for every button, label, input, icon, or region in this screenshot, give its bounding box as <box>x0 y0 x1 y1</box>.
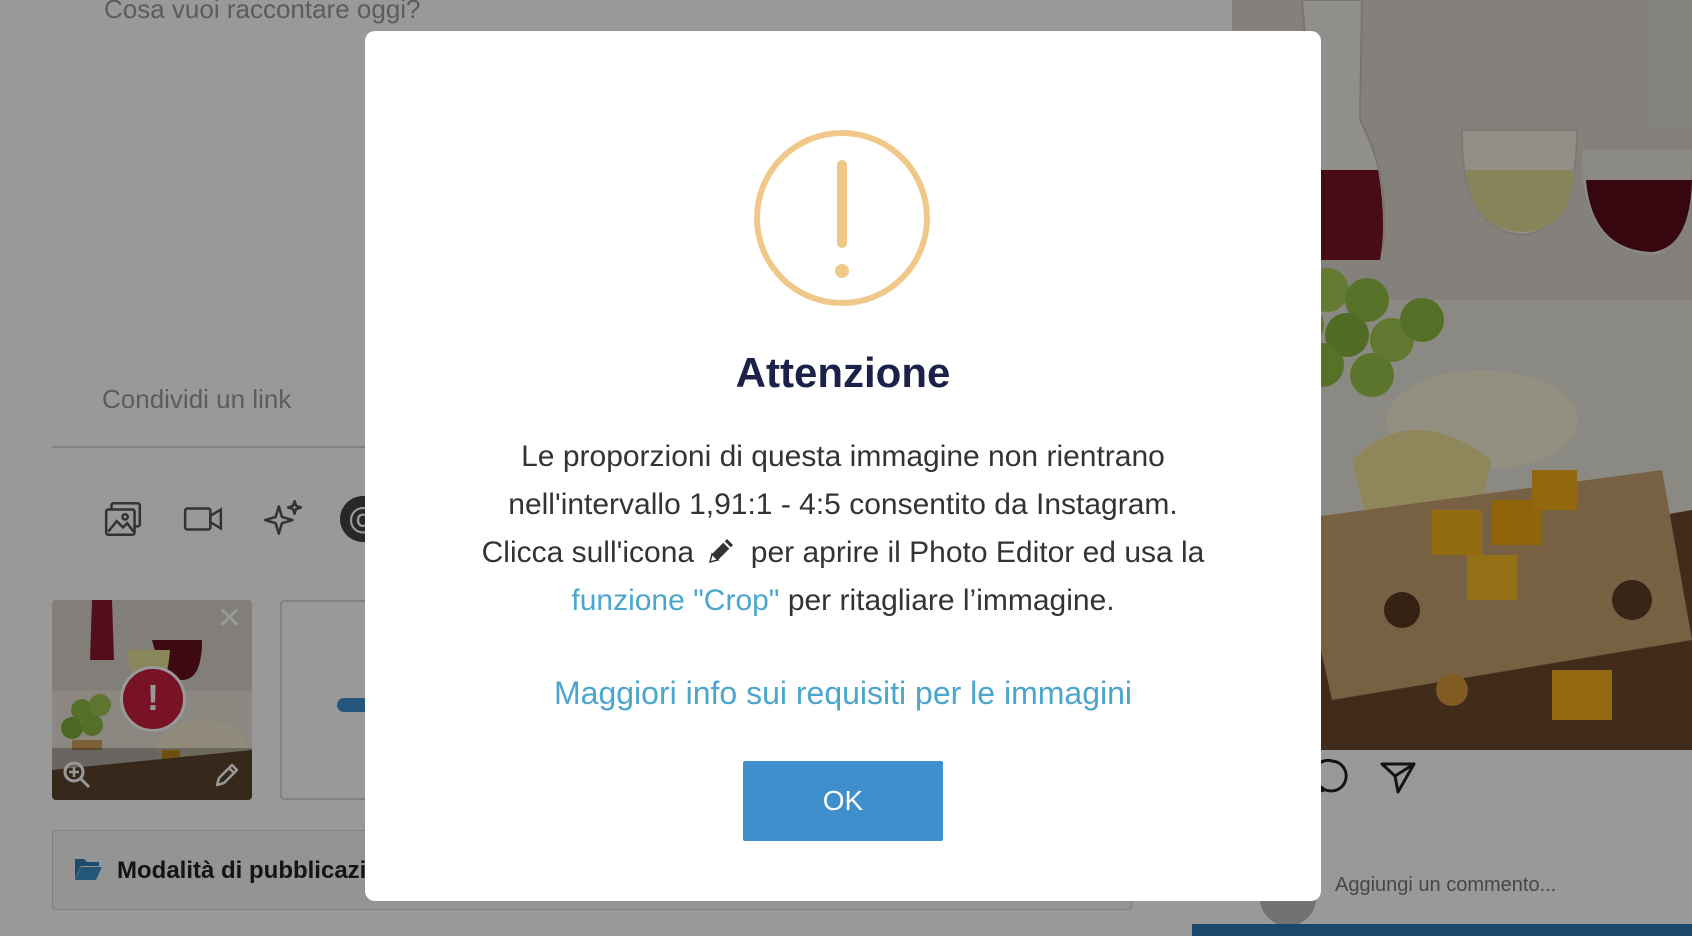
message-line: nell'intervallo 1,91:1 - 4:5 consentito … <box>508 488 1178 521</box>
image-requirements-link[interactable]: Maggiori info sui requisiti per le immag… <box>365 675 1321 712</box>
message-line: Clicca sull'icona per aprire il Photo Ed… <box>405 529 1281 577</box>
message-text: per aprire il Photo Editor ed usa la <box>750 536 1205 569</box>
message-text: per ritagliare l’immagine. <box>787 584 1115 617</box>
ok-button[interactable]: OK <box>743 761 943 841</box>
message-text: Clicca sull'icona <box>481 536 695 569</box>
message-line: funzione "Crop" per ritagliare l’immagin… <box>405 577 1281 625</box>
dialog-title: Attenzione <box>735 349 951 396</box>
pencil-icon <box>709 539 734 564</box>
dialog-message: Le proporzioni di questa immagine non ri… <box>405 433 1281 625</box>
warning-icon <box>754 130 930 306</box>
warning-dialog: Attenzione Le proporzioni di questa imma… <box>365 31 1321 901</box>
message-line: Le proporzioni di questa immagine non ri… <box>521 440 1165 473</box>
crop-function-link[interactable]: funzione "Crop" <box>571 584 779 617</box>
